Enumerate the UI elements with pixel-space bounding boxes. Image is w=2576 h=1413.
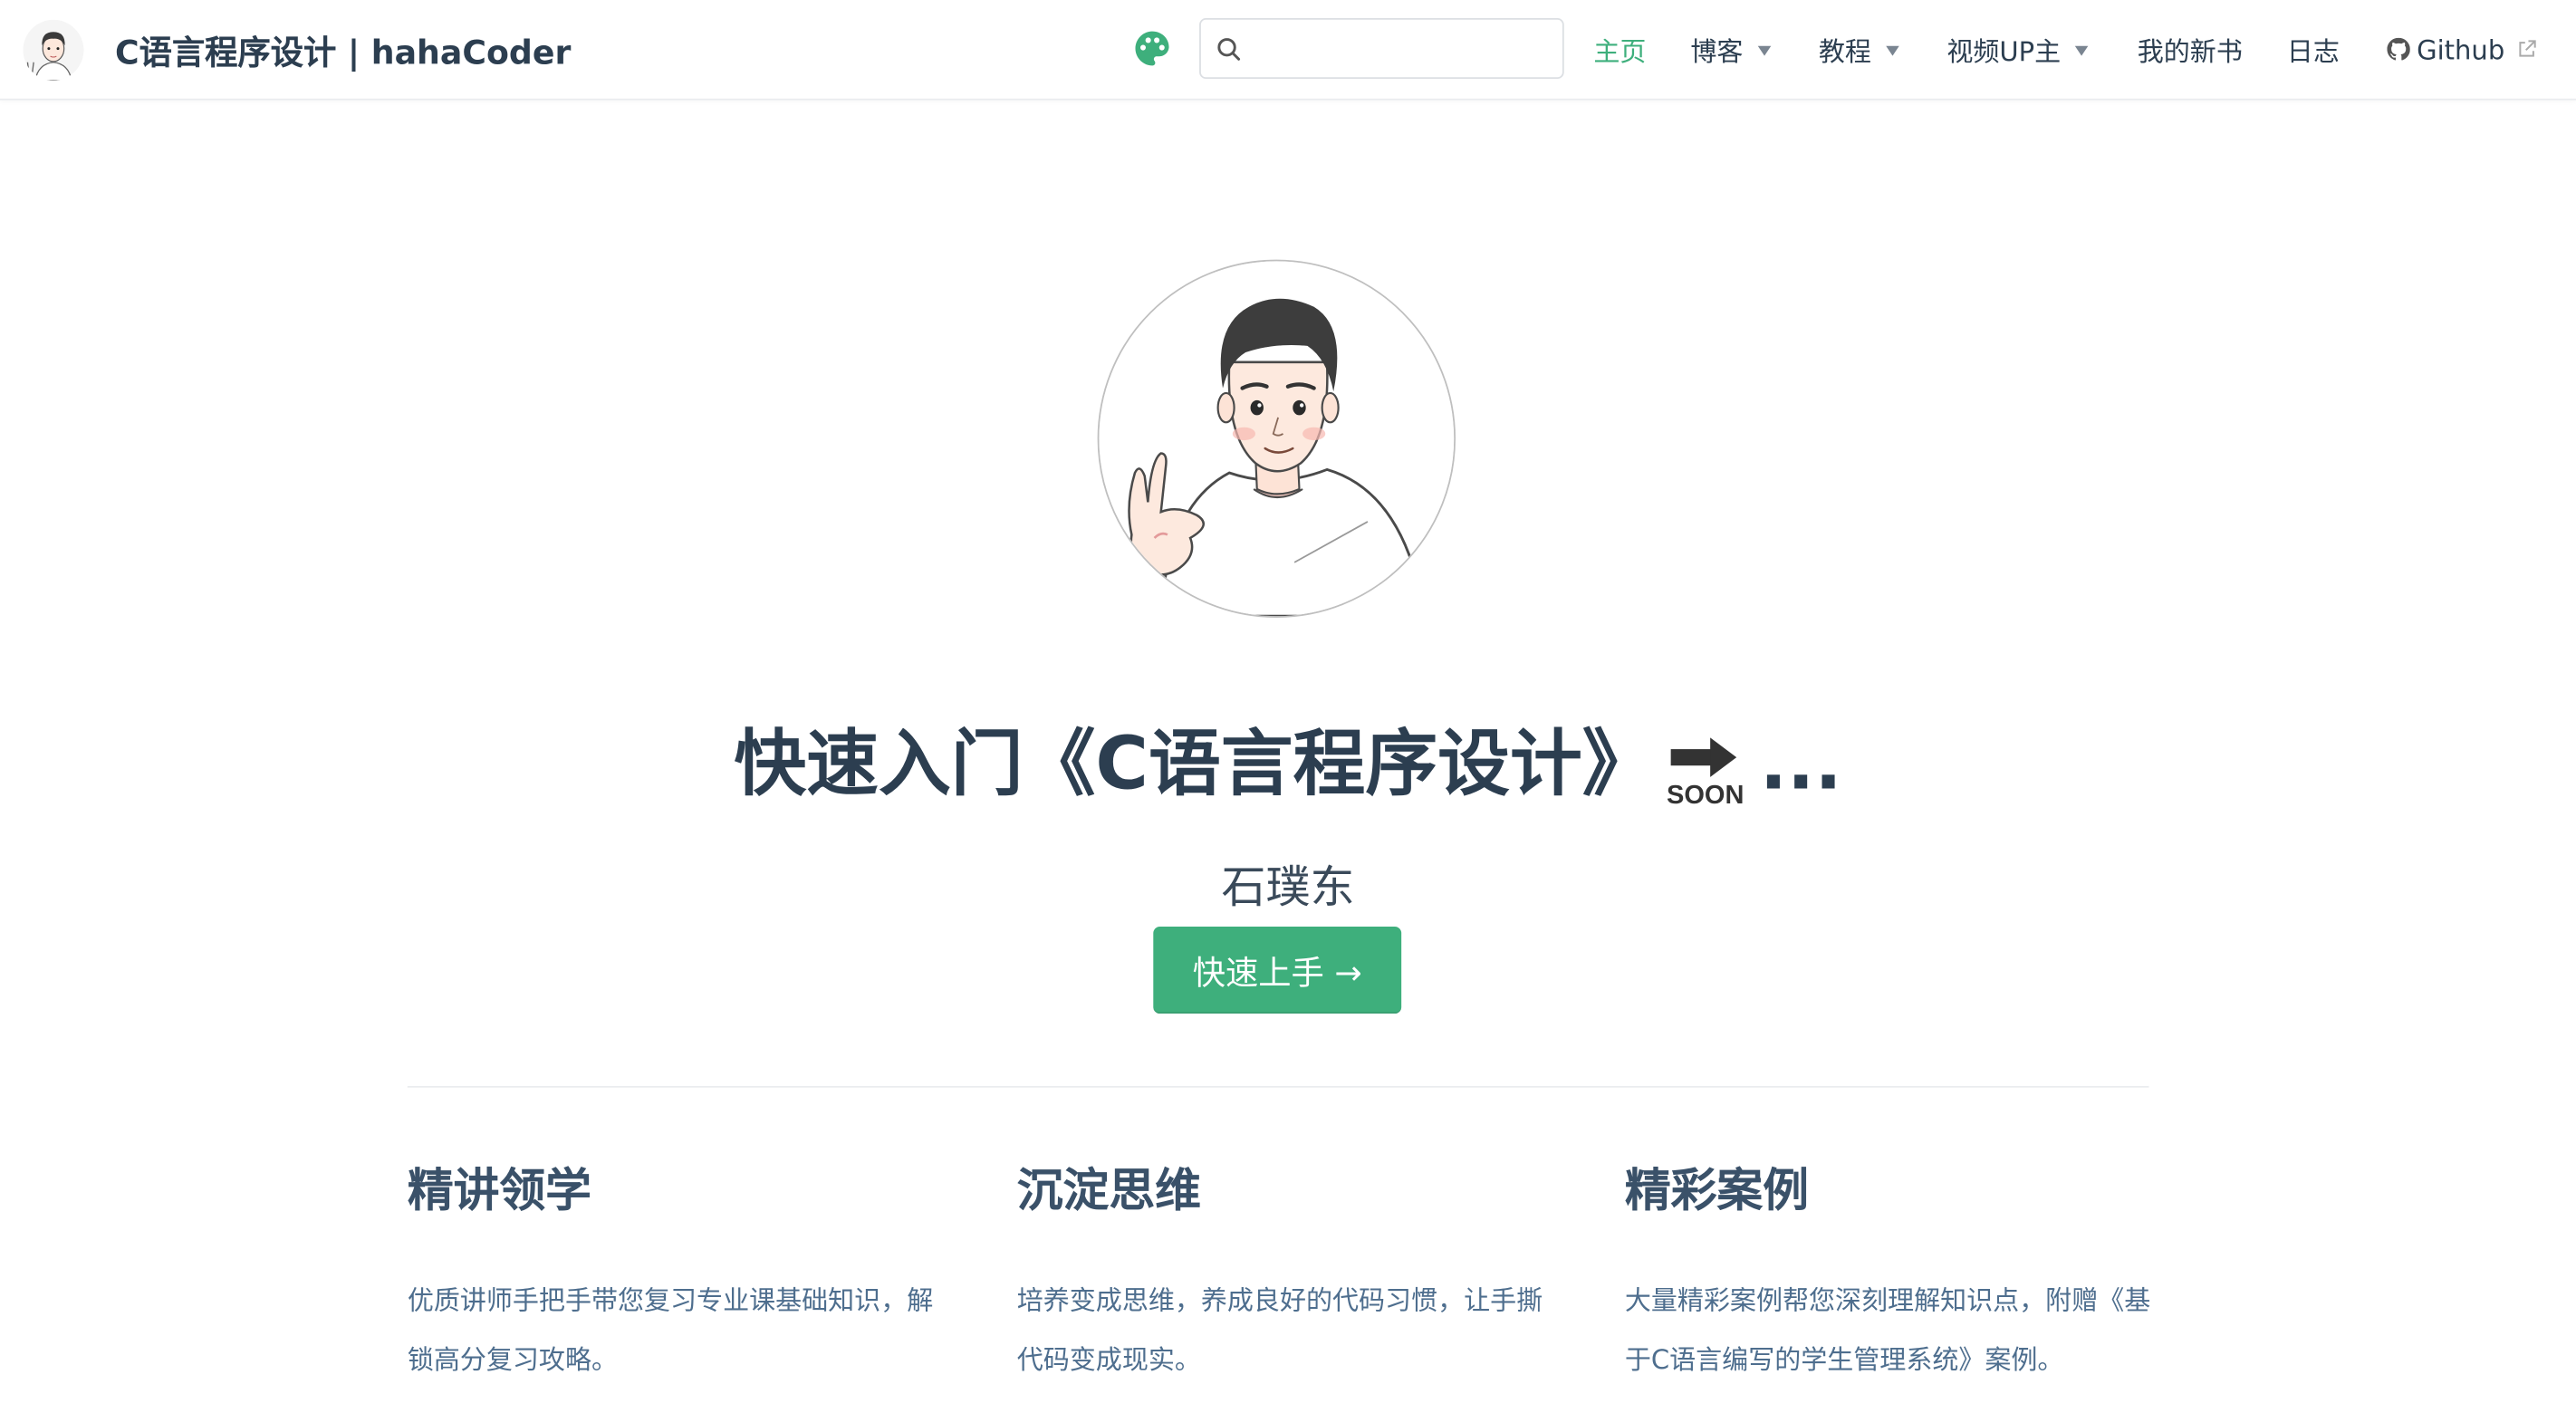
nav-label-blog: 博客 <box>1690 35 1744 68</box>
feature-card: 沉淀思维 培养变成思维，养成良好的代码习惯，让手撕代码变成现实。 <box>1017 1150 1560 1390</box>
hero-title-ellipsis: ... <box>1759 723 1842 808</box>
svg-text:SOON: SOON <box>1667 782 1744 809</box>
nav-label-video-creator: 视频UP主 <box>1946 35 2062 68</box>
color-palette-icon[interactable] <box>1132 28 1173 69</box>
nav-item-new-book[interactable]: 我的新书 <box>2138 31 2243 67</box>
hero-avatar-image <box>1097 259 1456 618</box>
hero-title-text: 快速入门《C语言程序设计》 <box>734 723 1655 808</box>
site-title: C语言程序设计 | hahaCoder <box>114 33 572 72</box>
feature-title: 精彩案例 <box>1624 1163 1810 1218</box>
search-icon <box>1217 38 1241 61</box>
nav-label-github: Github <box>2417 34 2505 65</box>
nav-item-github[interactable]: Github <box>2387 31 2535 67</box>
home-link[interactable]: C语言程序设计 | hahaCoder <box>23 19 572 81</box>
hero-title: 快速入门《C语言程序设计》 SOON ... <box>0 716 2576 817</box>
external-link-icon <box>2518 40 2535 57</box>
search-box[interactable] <box>1199 17 1564 80</box>
caret-down-icon <box>1886 45 1899 56</box>
nav-item-tutorials[interactable]: 教程 <box>1819 31 1899 67</box>
nav-item-home[interactable]: 主页 <box>1593 31 1646 67</box>
feature-details: 优质讲师手把手带您复习专业课基础知识，解锁高分复习攻略。 <box>407 1284 934 1376</box>
github-icon <box>2387 37 2410 61</box>
nav-label-new-book: 我的新书 <box>2137 35 2243 68</box>
nav-item-video-creator[interactable]: 视频UP主 <box>1946 31 2090 68</box>
logo-avatar-icon <box>23 19 84 81</box>
hero-description: 石璞东 <box>1221 862 1355 914</box>
caret-down-icon <box>2075 45 2090 56</box>
search-input[interactable] <box>1250 26 1553 74</box>
section-divider <box>407 1085 2149 1088</box>
feature-title: 沉淀思维 <box>1016 1163 1201 1218</box>
soon-arrow-icon: SOON <box>1667 738 1745 809</box>
nav-label-changelog: 日志 <box>2286 35 2340 68</box>
feature-card: 精讲领学 优质讲师手把手带您复习专业课基础知识，解锁高分复习攻略。 <box>408 1150 950 1390</box>
nav-item-blog[interactable]: 博客 <box>1690 31 1772 68</box>
caret-down-icon <box>1757 45 1772 56</box>
feature-details: 大量精彩案例帮您深刻理解知识点，附赠《基于C语言编写的学生管理系统》案例。 <box>1624 1284 2151 1376</box>
feature-details: 培养变成思维，养成良好的代码习惯，让手撕代码变成现实。 <box>1016 1284 1543 1376</box>
top-navbar: C语言程序设计 | hahaCoder 主页 博客 教程 视频UP主 我的新书 … <box>0 0 2576 101</box>
nav-item-changelog[interactable]: 日志 <box>2287 31 2340 67</box>
nav-label-home: 主页 <box>1593 35 1647 68</box>
feature-title: 精讲领学 <box>407 1163 591 1218</box>
get-started-button[interactable]: 快速上手 → <box>1153 926 1402 1014</box>
feature-card: 精彩案例 大量精彩案例帮您深刻理解知识点，附赠《基于C语言编写的学生管理系统》案… <box>1625 1150 2167 1390</box>
nav-label-tutorials: 教程 <box>1818 35 1871 68</box>
